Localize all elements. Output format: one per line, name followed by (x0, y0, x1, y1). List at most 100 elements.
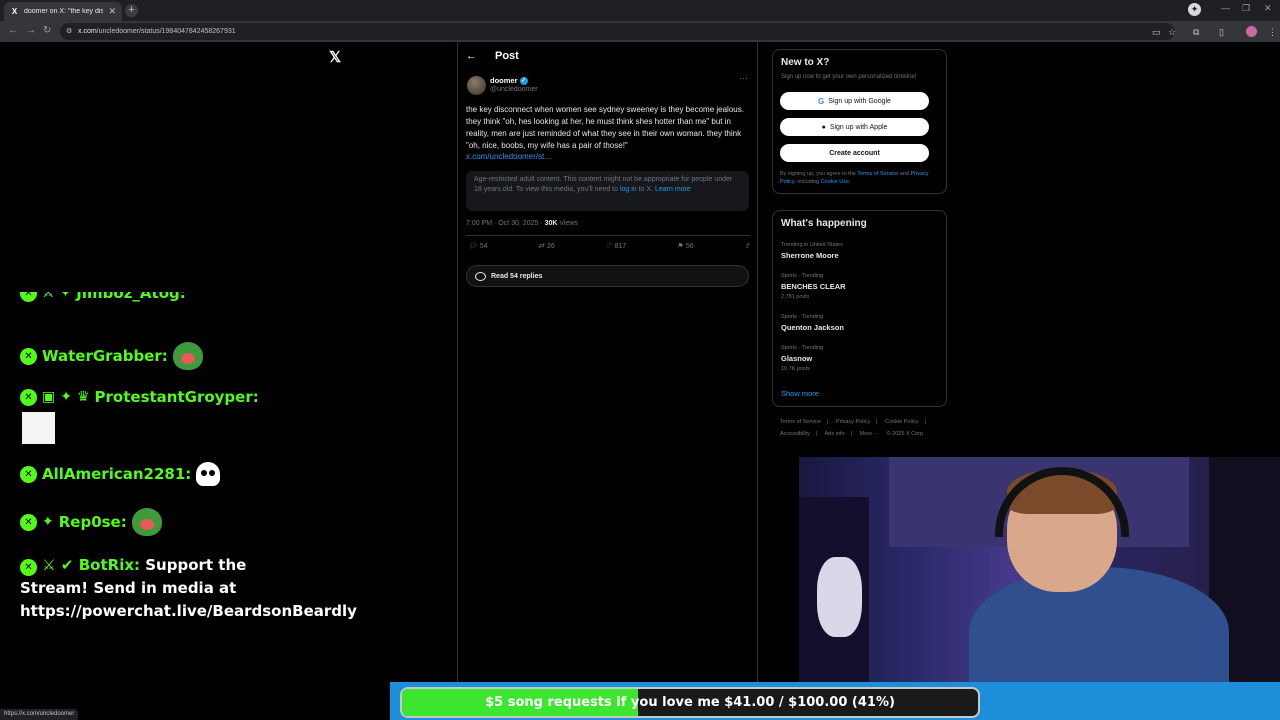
streamer-body (969, 567, 1229, 682)
verified-badge-icon: ✓ (519, 77, 528, 86)
apple-signup-label: Sign up with Apple (829, 123, 888, 131)
footer-link[interactable]: More ··· (859, 431, 879, 437)
repost-count: 26 (546, 242, 555, 250)
apple-icon: ● (821, 123, 826, 131)
create-account-button[interactable]: Create account (780, 144, 929, 162)
footer-link[interactable]: Cookie Policy (885, 419, 918, 425)
author-name-text: doomer (490, 76, 518, 85)
reply-button[interactable]: 💬︎ 54 (468, 242, 488, 251)
close-window-icon[interactable]: ✕ (1264, 3, 1272, 14)
bookmark-button[interactable]: ⚑ 56 (676, 242, 694, 251)
author-handle[interactable]: @uncledoomer (490, 86, 538, 93)
age-notice-mid: to X. (638, 186, 654, 193)
author-name[interactable]: doomer ✓ (490, 76, 528, 86)
learn-more-link[interactable]: Learn more (655, 186, 691, 193)
share-icon: ⇪ (744, 243, 750, 250)
google-signup-label: Sign up with Google (828, 97, 891, 105)
footer-link[interactable]: Privacy Policy (836, 419, 870, 425)
install-app-icon[interactable]: ▭ (1152, 27, 1161, 38)
kick-badge-icon: ✕ (20, 513, 37, 531)
footer-sep: | (815, 431, 818, 437)
trend-item[interactable]: Sports · Trending Glasnow 10.7K posts (781, 345, 823, 372)
extensions-icon[interactable]: ⧉ (1193, 27, 1199, 38)
star-badge-icon: ✦ (42, 514, 54, 530)
trend-item[interactable]: Sports · Trending Quenton Jackson (781, 314, 844, 332)
maximize-icon[interactable]: ❐ (1242, 3, 1250, 14)
like-button[interactable]: ♡ 817 (605, 242, 627, 251)
back-arrow-icon[interactable]: ← (466, 50, 477, 62)
browser-tab[interactable]: X doomer on X: "the key disconne ✕ (4, 2, 122, 21)
trend-item[interactable]: Trending in United States Sherrone Moore (781, 242, 843, 260)
trend-name: Sherrone Moore (781, 251, 839, 260)
author-avatar[interactable] (467, 76, 486, 95)
trend-name: BENCHES CLEAR (781, 282, 846, 291)
goal-progress-bar: $5 song requests if you love me $41.00 /… (400, 687, 980, 718)
footer-link[interactable]: Terms of Service (780, 419, 821, 425)
forward-nav-icon[interactable]: → (26, 25, 36, 36)
extension-icon[interactable]: ✦ (1188, 3, 1201, 16)
chat-message: ✕ ▣ ✦ ♛ ProtestantGroyper: (20, 388, 259, 406)
cam-plush-toy (817, 557, 862, 637)
profile-avatar[interactable] (1246, 26, 1257, 37)
timestamp[interactable]: 7:00 PM · Oct 30, 2025 · (466, 220, 545, 227)
legal-text: By signing up, you agree to the (780, 171, 856, 177)
menu-icon[interactable]: ⋮ (1268, 27, 1277, 38)
footer-sep: | (876, 419, 878, 425)
trend-category: Trending in United States (781, 242, 843, 248)
new-tab-button[interactable]: + (125, 4, 138, 17)
cookie-link[interactable]: Cookie Use. (821, 179, 851, 185)
frog-emote-icon (172, 342, 203, 370)
gift-badge-icon: ▣ (42, 389, 56, 405)
chat-username: Jimboz_Atog: (76, 292, 186, 302)
close-tab-icon[interactable]: ✕ (108, 6, 116, 17)
google-icon: G (818, 96, 825, 106)
chat-username: BotRix: (78, 556, 141, 574)
reply-icon: 💬︎ (468, 243, 477, 250)
kick-badge-icon: ✕ (20, 559, 37, 576)
age-restricted-notice: Age-restricted adult content. This conte… (466, 171, 749, 211)
new-to-x-title: New to X? (781, 57, 830, 68)
webcam-feed (799, 457, 1280, 682)
back-nav-icon[interactable]: ← (8, 25, 18, 36)
trend-count: 2,781 posts (781, 294, 810, 300)
site-info-icon[interactable]: ⚙ (66, 23, 72, 40)
kick-badge-icon: ✕ (20, 465, 37, 483)
trend-category: Sports · Trending (781, 314, 824, 320)
sidebar-icon[interactable]: ▯ (1219, 27, 1224, 38)
post-title: Post (495, 50, 519, 62)
read-replies-button[interactable]: Read 54 replies (466, 265, 749, 287)
browser-tab-bar: X doomer on X: "the key disconne ✕ + ✦ —… (0, 0, 1280, 21)
more-options-icon[interactable]: ··· (739, 73, 748, 83)
chat-message: ✕ WaterGrabber: (20, 342, 203, 370)
login-link[interactable]: log in (620, 186, 637, 193)
trend-item[interactable]: Sports · Trending BENCHES CLEAR 2,781 po… (781, 273, 846, 300)
address-bar[interactable]: ⚙ x.com/uncledoomer/status/1984047842458… (60, 23, 1175, 40)
x-logo-icon[interactable]: 𝕏 (329, 48, 341, 66)
new-to-x-subtitle: Sign up now to get your own personalized… (781, 74, 917, 80)
google-signup-button[interactable]: G Sign up with Google (780, 92, 929, 110)
share-button[interactable]: ⇪ (744, 242, 750, 250)
footer-link[interactable]: Accessibility (780, 431, 810, 437)
chat-username: Rep0se: (58, 513, 127, 531)
terms-link[interactable]: Terms of Service (857, 171, 898, 177)
trend-count: 10.7K posts (781, 366, 811, 372)
tweet-link[interactable]: x.com/uncledoomer/st… (466, 152, 552, 161)
bookmark-icon: ⚑ (676, 243, 683, 250)
star-badge-icon: ✦ (60, 389, 72, 405)
kick-badge-icon: ✕ (20, 347, 37, 365)
footer-sep: | (850, 431, 852, 437)
repost-button[interactable]: ⇄ 26 (538, 242, 555, 251)
show-more-link[interactable]: Show more (781, 389, 819, 398)
stream-chat-overlay: ✕ ⚔ ✦ Jimboz_Atog: ✕ WaterGrabber: ✕ ▣ ✦… (20, 292, 450, 682)
minimize-icon[interactable]: — (1221, 3, 1230, 13)
sword-badge-icon: ⚔ (42, 292, 55, 301)
bookmark-star-icon[interactable]: ☆ (1168, 27, 1176, 38)
footer-link[interactable]: Ads info (825, 431, 845, 437)
apple-signup-button[interactable]: ● Sign up with Apple (780, 118, 929, 136)
chat-username: ProtestantGroyper: (94, 388, 259, 406)
reload-icon[interactable]: ↻ (43, 25, 51, 36)
like-count: 817 (614, 242, 627, 250)
chat-username: AllAmerican2281: (42, 465, 192, 483)
whats-happening-card: What's happening Trending in United Stat… (772, 210, 947, 407)
url-host: x.com (78, 28, 97, 35)
